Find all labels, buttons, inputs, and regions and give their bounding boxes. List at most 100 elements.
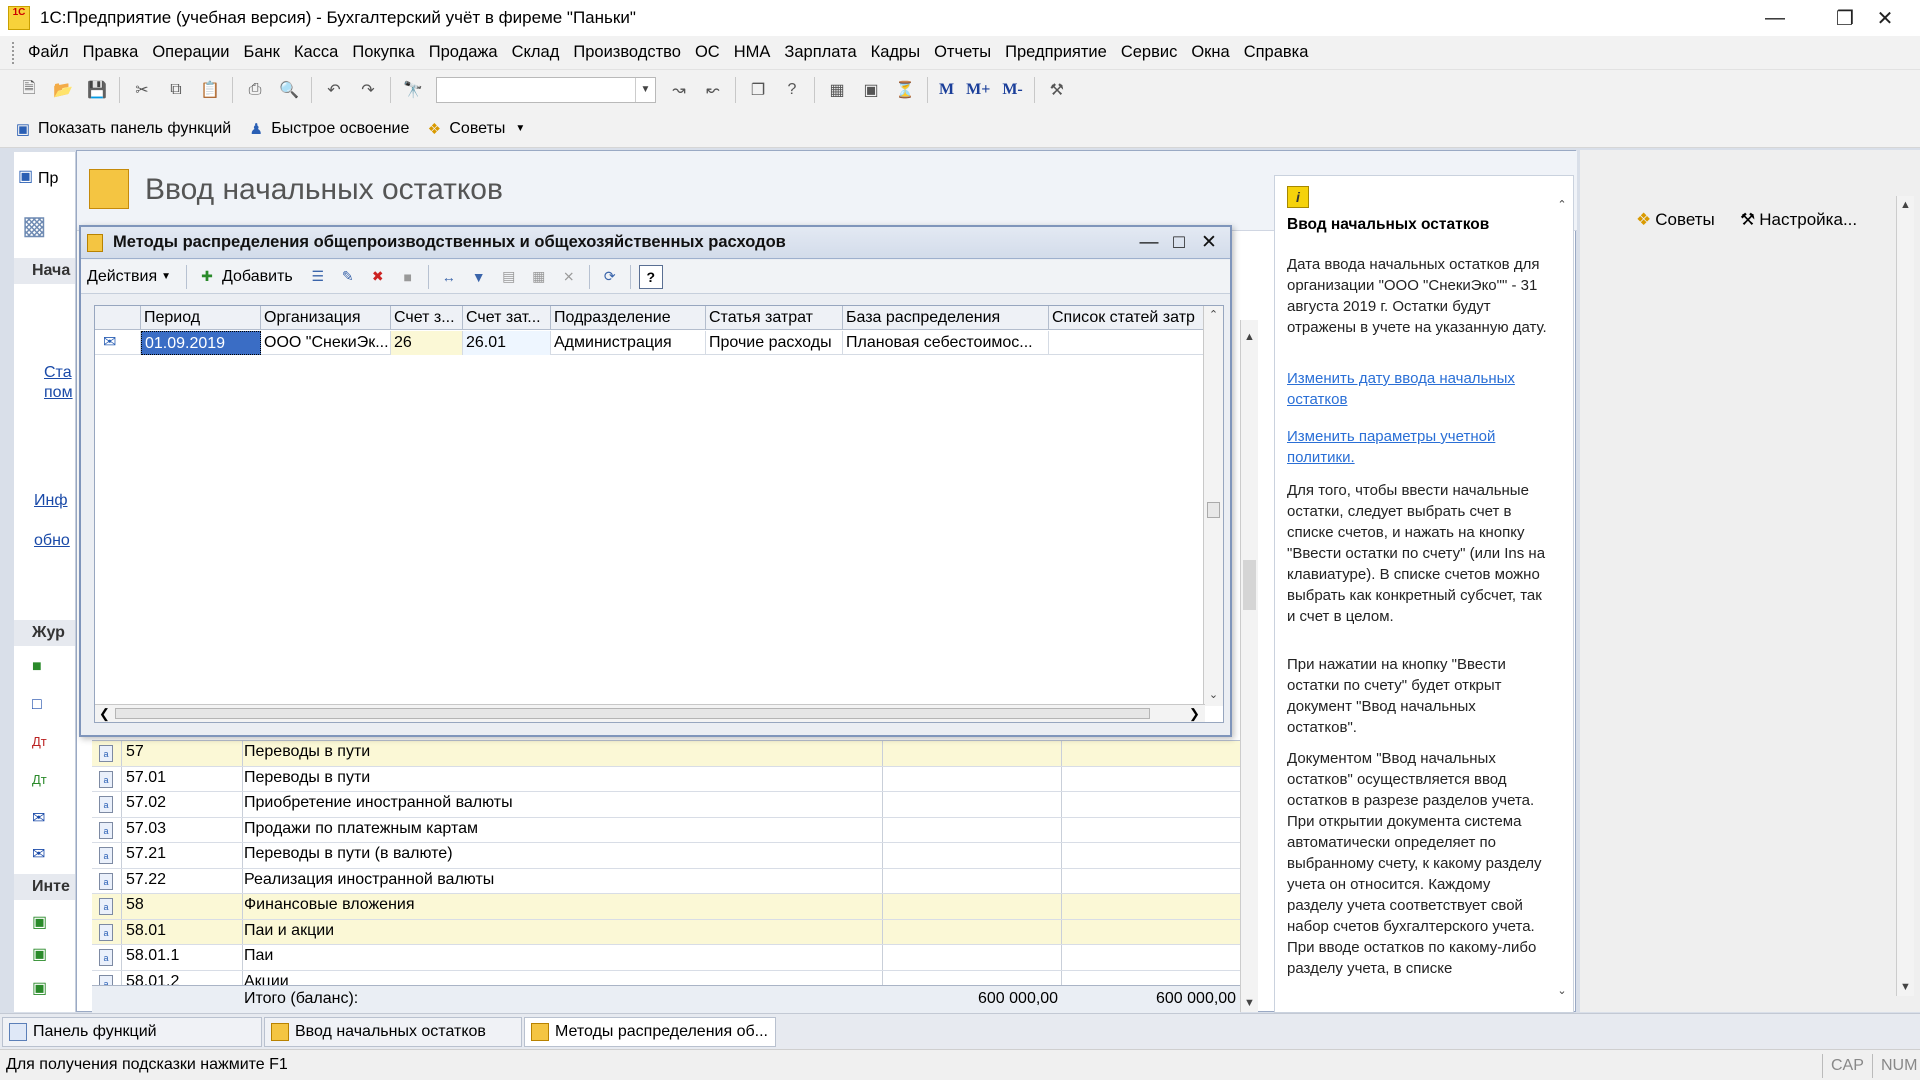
column-account1[interactable]: Счет з...	[391, 306, 463, 330]
methods-grid[interactable]: Период Организация Счет з... Счет зат...…	[94, 305, 1224, 723]
column-cost-items-list[interactable]: Список статей затр	[1049, 306, 1205, 330]
memory-minus-button[interactable]: M-	[1002, 81, 1022, 99]
table-row[interactable]: а 57.22 Реализация иностранной валюты	[92, 868, 1240, 894]
delete-row-icon[interactable]: ✖	[366, 265, 390, 289]
chevron-down-icon[interactable]: ▼	[515, 123, 525, 134]
menu-enterprise[interactable]: Предприятие	[998, 43, 1114, 62]
menu-warehouse[interactable]: Склад	[505, 43, 567, 62]
modal-title-bar[interactable]: Методы распределения общепроизводственны…	[81, 227, 1230, 259]
taskbar-function-panel[interactable]: Панель функций	[2, 1017, 262, 1047]
update-link[interactable]: обно	[34, 532, 70, 550]
cell-period[interactable]: 01.09.2019	[141, 331, 261, 355]
scroll-down-icon[interactable]: ▼	[1897, 978, 1914, 996]
menu-hr[interactable]: Кадры	[864, 43, 927, 62]
new-document-icon[interactable]: 🗎	[16, 77, 42, 103]
scroll-up-icon[interactable]: ▲	[1241, 328, 1258, 346]
chevron-left-icon[interactable]: ❮	[99, 706, 110, 722]
scrollbar-thumb[interactable]	[115, 708, 1150, 719]
clear-filter-icon[interactable]: ⨯	[557, 265, 581, 289]
add-button[interactable]: ✚ Добавить	[192, 265, 293, 289]
paste-icon[interactable]: 📋	[197, 77, 223, 103]
scroll-up-icon[interactable]: ▲	[1897, 196, 1914, 214]
tools-icon[interactable]: ⚒	[1044, 77, 1070, 103]
chevron-up-icon[interactable]: ⌃	[1551, 196, 1573, 214]
taskbar-opening-balances[interactable]: Ввод начальных остатков	[264, 1017, 522, 1047]
menu-sales[interactable]: Продажа	[422, 43, 505, 62]
filter-list-icon[interactable]: ▤	[497, 265, 521, 289]
chevron-right-icon[interactable]: ❯	[1189, 706, 1200, 722]
menu-purchase[interactable]: Покупка	[345, 43, 421, 62]
menu-production[interactable]: Производство	[566, 43, 688, 62]
report-icon[interactable]: ▣	[32, 978, 47, 998]
timer-icon[interactable]: ⏳	[892, 77, 918, 103]
accounts-scrollbar[interactable]: ▲ ▼	[1240, 320, 1258, 1012]
cell-organization[interactable]: ООО "СнекиЭк...	[261, 331, 391, 355]
column-organization[interactable]: Организация	[261, 306, 391, 330]
minimize-icon[interactable]: —	[1134, 230, 1164, 256]
cell-cost-item[interactable]: Прочие расходы	[706, 331, 843, 355]
menu-salary[interactable]: Зарплата	[777, 43, 863, 62]
filter-icon[interactable]: ▼	[467, 265, 491, 289]
help-1c-icon[interactable]: ?	[779, 77, 805, 103]
chevron-down-icon[interactable]: ▼	[635, 78, 655, 102]
column-distribution-base[interactable]: База распределения	[843, 306, 1049, 330]
chevron-down-icon[interactable]: ⌄	[1551, 982, 1573, 1000]
close-button[interactable]: ✕	[1850, 0, 1920, 36]
print-icon[interactable]: ⎙	[242, 77, 268, 103]
function-panel-tab[interactable]: Пр	[38, 170, 58, 188]
help-icon[interactable]: ?	[638, 264, 663, 289]
menu-edit[interactable]: Правка	[76, 43, 146, 62]
column-department[interactable]: Подразделение	[551, 306, 706, 330]
table-row[interactable]: а 58.01 Паи и акции	[92, 919, 1240, 945]
cut-icon[interactable]: ✂	[129, 77, 155, 103]
undo-icon[interactable]: ↶	[321, 77, 347, 103]
change-date-link[interactable]: Изменить дату ввода начальных остатков	[1287, 368, 1549, 410]
right-scrollbar[interactable]: ▲ ▼	[1896, 196, 1914, 996]
cell-distribution-base[interactable]: Плановая себестоимос...	[843, 331, 1049, 355]
post-icon[interactable]: ■	[396, 265, 420, 289]
report-icon[interactable]: ▣	[32, 912, 47, 932]
menu-file[interactable]: Файл	[21, 43, 76, 62]
open-icon[interactable]: 📂	[50, 77, 76, 103]
scrollbar-thumb[interactable]	[1243, 560, 1256, 610]
column-period[interactable]: Период	[141, 306, 261, 330]
tips-right-button[interactable]: ❖ Советы	[1636, 210, 1715, 230]
menu-intangibles[interactable]: НМА	[727, 43, 778, 62]
help-scrollbar[interactable]: ⌃ ⌄	[1551, 196, 1573, 1006]
table-row[interactable]: а 57.02 Приобретение иностранной валюты	[92, 792, 1240, 818]
menu-reports[interactable]: Отчеты	[927, 43, 998, 62]
scrollbar-thumb[interactable]	[1207, 502, 1220, 518]
cell-account1[interactable]: 26	[391, 331, 463, 355]
find-prev-icon[interactable]: ↜	[700, 77, 726, 103]
menu-help[interactable]: Справка	[1237, 43, 1316, 62]
quick-learning-button[interactable]: ♟ Быстрое освоение	[245, 118, 409, 140]
copy-icon[interactable]: ⧉	[163, 77, 189, 103]
save-icon[interactable]: 💾	[84, 77, 110, 103]
table-row[interactable]: а 58.01.1 Паи	[92, 945, 1240, 971]
menu-cash[interactable]: Касса	[287, 43, 345, 62]
filter-dropdown-icon[interactable]: ▦	[527, 265, 551, 289]
find-icon[interactable]: 🔭	[400, 77, 426, 103]
accounts-table[interactable]: а 57 Переводы в пути а 57.01 Переводы в пути…	[92, 740, 1240, 1012]
redo-icon[interactable]: ↷	[355, 77, 381, 103]
memory-button[interactable]: M	[939, 81, 954, 99]
scroll-down-icon[interactable]: ▼	[1241, 994, 1258, 1012]
find-next-icon[interactable]: ↝	[666, 77, 692, 103]
start-link[interactable]: Ста	[44, 364, 72, 382]
table-row[interactable]: а 57.01 Переводы в пути	[92, 766, 1240, 792]
dt-kt-n-icon[interactable]: Дт	[32, 772, 47, 787]
show-function-panel-button[interactable]: ▣ Показать панель функций	[12, 118, 231, 140]
column-cost-item[interactable]: Статья затрат	[706, 306, 843, 330]
grid-vertical-scrollbar[interactable]: ⌃ ⌄	[1203, 306, 1223, 706]
table-row[interactable]: а 57.03 Продажи по платежным картам	[92, 817, 1240, 843]
calculator-icon[interactable]: ▦	[824, 77, 850, 103]
cell-department[interactable]: Администрация	[551, 331, 706, 355]
menu-bank[interactable]: Банк	[237, 43, 287, 62]
report-icon[interactable]: ▣	[32, 944, 47, 964]
menu-fixed-assets[interactable]: ОС	[688, 43, 727, 62]
menu-service[interactable]: Сервис	[1114, 43, 1185, 62]
grid-horizontal-scrollbar[interactable]: ❮ ❯	[95, 704, 1205, 722]
cell-cost-items-list[interactable]	[1049, 331, 1205, 355]
document-icon[interactable]: □	[32, 696, 42, 714]
info-link[interactable]: Инф	[34, 492, 68, 510]
